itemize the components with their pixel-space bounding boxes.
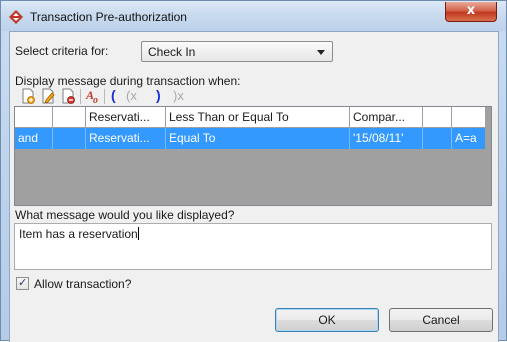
dialog-window: Transaction Pre-authorization x Select c… <box>0 0 507 342</box>
svg-text:o: o <box>93 95 98 104</box>
display-condition-label: Display message during transaction when: <box>15 74 241 88</box>
checkmark-icon: ✓ <box>18 276 28 289</box>
grid-cell-operator: Less Than or Equal To <box>166 107 350 128</box>
open-paren-icon[interactable]: ( <box>111 87 116 103</box>
grid-cell-close-paren <box>423 107 452 128</box>
allow-transaction-label[interactable]: Allow transaction? <box>34 277 131 291</box>
grid-cell-operator: Equal To <box>166 128 350 149</box>
grid-cell-logic: and <box>15 128 53 149</box>
title-bar[interactable]: Transaction Pre-authorization x <box>1 1 506 31</box>
text-format-icon[interactable]: A o <box>85 88 101 104</box>
grid-cell-logic <box>15 107 53 128</box>
criteria-label: Select criteria for: <box>15 44 109 58</box>
grid-cell-paren <box>53 107 86 128</box>
window-title: Transaction Pre-authorization <box>30 10 187 24</box>
remove-open-paren-icon[interactable]: (x <box>126 88 137 103</box>
conditions-grid[interactable]: Reservati... Less Than or Equal To Compa… <box>14 106 492 206</box>
grid-cell-extra <box>452 107 491 128</box>
app-icon <box>9 10 23 24</box>
message-value: Item has a reservation <box>19 227 138 241</box>
delete-condition-icon[interactable] <box>60 88 76 104</box>
criteria-select[interactable]: Check In <box>141 41 333 62</box>
grid-cell-field: Reservati... <box>86 107 166 128</box>
grid-cell-close-paren <box>423 128 452 149</box>
grid-cell-value: '15/08/11' <box>350 128 423 149</box>
remove-close-paren-icon[interactable]: )x <box>173 88 184 103</box>
message-label: What message would you like displayed? <box>15 208 235 222</box>
chevron-down-icon <box>317 50 325 55</box>
criteria-selected-value: Check In <box>148 45 196 59</box>
grid-cell-value: Compar... <box>350 107 423 128</box>
close-paren-icon[interactable]: ) <box>156 87 161 103</box>
grid-cell-field: Reservati... <box>86 128 166 149</box>
text-caret <box>137 227 139 240</box>
add-condition-icon[interactable] <box>20 88 36 104</box>
allow-transaction-checkbox[interactable]: ✓ <box>16 276 29 290</box>
toolbar-separator <box>104 89 105 104</box>
dialog-body: Select criteria for: Check In Display me… <box>9 31 499 342</box>
close-icon: x <box>466 3 476 18</box>
cancel-button[interactable]: Cancel <box>389 308 493 332</box>
message-text: Item has a reservation <box>19 227 139 241</box>
edit-condition-icon[interactable] <box>40 88 56 104</box>
table-row[interactable]: and Reservati... Equal To '15/08/11' A=a <box>15 128 485 149</box>
close-button[interactable]: x <box>445 2 497 22</box>
grid-cell-paren <box>53 128 86 149</box>
grid-cell-extra: A=a <box>455 131 477 145</box>
message-input[interactable]: Item has a reservation <box>14 223 492 270</box>
ok-button[interactable]: OK <box>275 308 379 332</box>
table-row[interactable]: Reservati... Less Than or Equal To Compa… <box>15 107 485 128</box>
toolbar-separator <box>80 89 81 104</box>
